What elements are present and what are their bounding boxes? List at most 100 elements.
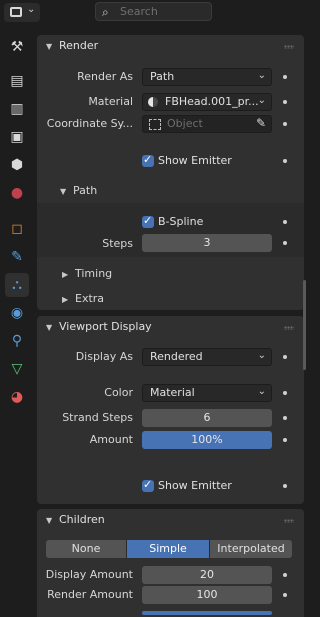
path-subpanel-title: Path [73,184,98,197]
amount-value: 100% [191,433,223,446]
render-as-label: Render As [77,70,133,83]
drag-grip-icon[interactable] [284,326,294,330]
keyframe-dot[interactable] [283,241,287,245]
tab-particles[interactable]: ⛬ [5,273,29,297]
material-value: FBHead.001_pr... [165,95,259,108]
tab-tool[interactable]: ⚒ [5,35,29,59]
collapse-arrow-icon: ▶ [62,270,69,279]
material-label: Material [88,95,133,108]
extra-subpanel-header[interactable]: ▶ Extra [62,289,262,311]
strand-steps-value: 6 [203,411,211,424]
search-field[interactable]: ⌕ Search [95,2,212,21]
material-sphere-icon [148,97,158,107]
keyframe-dot[interactable] [283,391,287,395]
expand-arrow-icon: ▼ [46,323,53,332]
search-icon: ⌕ [102,5,109,19]
keyframe-dot[interactable] [283,220,287,224]
material-icon: ◕ [10,389,24,405]
modifier-icon: ✎ [11,249,23,265]
coordinate-system-placeholder: Object [167,117,203,130]
coordinate-system-field[interactable]: Object ✎ [142,115,272,133]
drag-grip-icon[interactable] [284,519,294,523]
properties-header: ⌄ ⌕ Search [0,0,308,25]
display-as-label: Display As [75,350,133,363]
drag-grip-icon[interactable] [284,45,294,49]
show-emitter-label[interactable]: Show Emitter [158,154,232,167]
path-subpanel-header[interactable]: ▼ Path [60,181,260,203]
keyframe-dot[interactable] [283,416,287,420]
display-amount-field[interactable]: 20 [142,566,272,584]
chevron-down-icon: ⌄ [257,386,266,397]
render-amount-field[interactable]: 100 [142,586,272,604]
tab-physics[interactable]: ◉ [5,301,29,325]
tab-modifiers[interactable]: ✎ [5,245,29,269]
render-panel: ▼ Render Render As Path ⌄ Material FBHea… [37,35,304,310]
keyframe-dot[interactable] [283,573,287,577]
tab-material[interactable]: ◕ [5,385,29,409]
timing-subpanel-title: Timing [75,267,113,280]
tab-world[interactable]: ● [5,181,29,205]
viewport-display-title: Viewport Display [59,320,152,333]
view-layer-icon: ▣ [10,129,24,145]
display-as-dropdown[interactable]: Rendered ⌄ [142,348,272,366]
amount-label: Amount [89,433,133,446]
color-dropdown[interactable]: Material ⌄ [142,384,272,402]
checkmark-icon: ✓ [143,478,153,491]
object-icon [149,119,161,130]
bspline-label[interactable]: B-Spline [158,215,203,228]
display-amount-label: Display Amount [45,568,133,581]
tab-view-layer[interactable]: ▣ [5,125,29,149]
tool-icon: ⚒ [10,39,24,55]
tab-data[interactable]: ▽ [5,357,29,381]
editor-type-dropdown[interactable]: ⌄ [4,3,40,22]
timing-subpanel-header[interactable]: ▶ Timing [62,264,262,286]
tab-object[interactable]: ◻ [5,217,29,241]
tab-render[interactable]: ▤ [5,69,29,93]
tab-constraints[interactable]: ⚲ [5,329,29,353]
material-dropdown[interactable]: FBHead.001_pr... ⌄ [142,93,272,111]
steps-field[interactable]: 3 [142,234,272,252]
render-panel-title: Render [59,39,99,52]
search-placeholder: Search [120,5,158,18]
render-amount-label: Render Amount [47,588,133,601]
collapse-arrow-icon: ▶ [62,295,69,304]
keyframe-dot[interactable] [283,355,287,359]
children-header[interactable]: ▼ Children [37,509,304,533]
color-label: Color [104,386,133,399]
viewport-display-header[interactable]: ▼ Viewport Display [37,316,304,340]
render-panel-header[interactable]: ▼ Render [37,35,304,59]
display-as-value: Rendered [150,350,203,363]
keyframe-dot[interactable] [283,484,287,488]
children-option-none[interactable]: None [46,540,127,558]
object-icon: ◻ [11,221,23,237]
keyframe-dot[interactable] [283,122,287,126]
strand-steps-field[interactable]: 6 [142,409,272,427]
children-option-interpolated[interactable]: Interpolated [210,540,292,558]
children-option-simple[interactable]: Simple [127,540,210,558]
tab-scene[interactable]: ⬢ [5,153,29,177]
color-value: Material [150,386,195,399]
keyframe-dot[interactable] [283,438,287,442]
bspline-checkbox[interactable]: ✓ [142,214,154,228]
display-amount-value: 20 [200,568,214,581]
scene-icon: ⬢ [10,157,24,173]
keyframe-dot[interactable] [283,593,287,597]
tab-output[interactable]: ▥ [5,97,29,121]
chevron-down-icon: ⌄ [27,4,36,15]
show-emitter-checkbox[interactable]: ✓ [142,153,154,167]
render-as-dropdown[interactable]: Path ⌄ [142,68,272,86]
scrollbar[interactable] [303,280,306,370]
keyframe-dot[interactable] [283,100,287,104]
viewport-show-emitter-label[interactable]: Show Emitter [158,479,232,492]
keyframe-dot[interactable] [283,159,287,163]
properties-editor-icon [10,7,22,17]
keyframe-dot[interactable] [283,75,287,79]
eyedropper-icon[interactable]: ✎ [256,116,266,130]
strand-steps-label: Strand Steps [62,411,133,424]
expand-arrow-icon: ▼ [46,516,53,525]
chevron-down-icon: ⌄ [257,350,266,361]
viewport-show-emitter-checkbox[interactable]: ✓ [142,478,154,492]
amount-slider[interactable]: 100% [142,431,272,449]
world-icon: ● [10,185,24,201]
render-as-value: Path [150,70,175,83]
